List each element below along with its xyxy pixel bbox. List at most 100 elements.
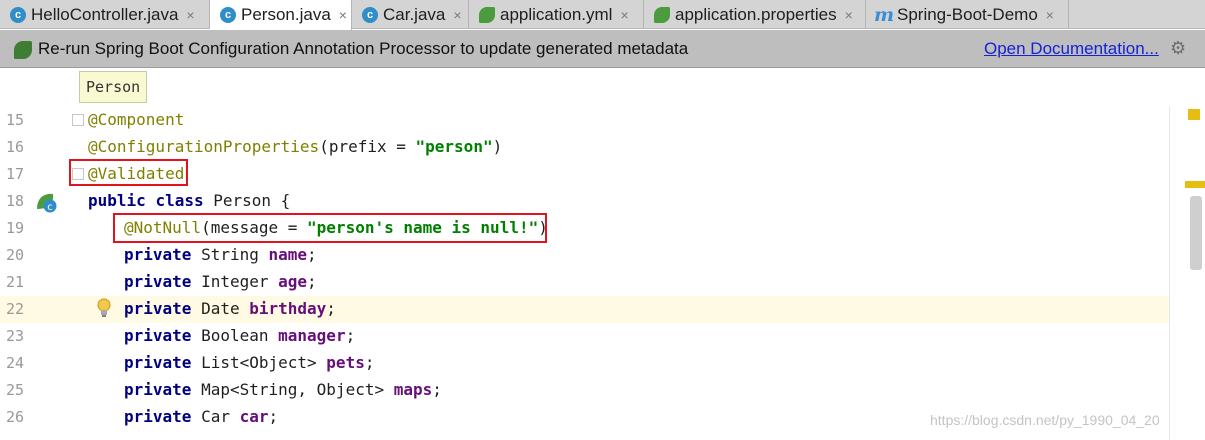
code-line-16[interactable]: 16 @ConfigurationProperties(prefix = "pe… [0, 134, 1170, 161]
code-line-21[interactable]: 21 private Integer age; [0, 269, 1170, 296]
code-line-18[interactable]: 18 c public class Person { [0, 188, 1170, 215]
tab-application-properties[interactable]: application.properties × [644, 0, 866, 29]
line-number: 16 [6, 138, 25, 156]
settings-icon[interactable]: ⚙ [1170, 38, 1186, 59]
class-letter: c [47, 202, 53, 213]
tab-spring-boot-demo[interactable]: m Spring-Boot-Demo × [866, 0, 1069, 29]
line-number: 22 [6, 300, 25, 318]
tab-label: HelloController.java [31, 4, 179, 24]
type-name: Map<String, Object> [191, 380, 394, 399]
close-icon[interactable]: × [186, 7, 194, 23]
warning-marker[interactable] [1188, 109, 1200, 120]
validated-highlight-box [69, 159, 188, 186]
notification-banner: Re-run Spring Boot Configuration Annotat… [0, 30, 1205, 68]
annotation: @Component [88, 110, 185, 129]
annotation: @ConfigurationProperties [88, 137, 320, 156]
line-number: 19 [6, 219, 25, 237]
string-literal: "person" [415, 137, 493, 156]
class-icon: c [10, 6, 26, 23]
type-name: Integer [191, 272, 279, 291]
spring-leaf-icon [14, 41, 32, 59]
editor-tab-bar: c HelloController.java × c Person.java ×… [0, 0, 1205, 30]
code-token: ; [268, 407, 279, 426]
field-name: pets [326, 353, 365, 372]
line-number: 17 [6, 165, 25, 183]
type-name: Boolean [191, 326, 279, 345]
code-line-24[interactable]: 24 private List<Object> pets; [0, 350, 1170, 377]
field-name: maps [393, 380, 433, 399]
right-margin-line [1169, 106, 1170, 440]
code-line-22-current[interactable]: 22 private Date birthday; [0, 296, 1170, 323]
field-name: car [239, 407, 269, 426]
code-token: ; [345, 326, 356, 345]
code-text: private Date birthday; [124, 299, 336, 318]
spring-config-icon [654, 6, 670, 23]
line-number: 25 [6, 381, 25, 399]
close-icon[interactable]: × [339, 7, 347, 23]
field-name: manager [278, 326, 346, 345]
line-number: 21 [6, 273, 25, 291]
keyword: private [124, 245, 192, 264]
tab-label: application.properties [675, 4, 837, 24]
code-text: private Car car; [124, 407, 278, 426]
scrollbar-thumb[interactable] [1190, 196, 1202, 270]
code-token: ; [307, 272, 317, 291]
warning-stripe[interactable] [1185, 181, 1205, 188]
line-number: 18 [6, 192, 25, 210]
breadcrumb[interactable]: Person [79, 71, 148, 103]
code-line-23[interactable]: 23 private Boolean manager; [0, 323, 1170, 350]
code-line-15[interactable]: 15 @Component [0, 107, 1170, 134]
code-editor[interactable]: 15 @Component 16 @ConfigurationPropertie… [0, 106, 1205, 440]
code-text: @Component [88, 110, 184, 129]
banner-message: Re-run Spring Boot Configuration Annotat… [38, 39, 689, 58]
tab-person[interactable]: c Person.java × [210, 0, 352, 30]
line-number: 20 [6, 246, 25, 264]
field-name: age [278, 272, 308, 291]
close-icon[interactable]: × [845, 7, 853, 23]
tab-label: Person.java [241, 5, 331, 24]
notnull-highlight-box [113, 213, 547, 243]
keyword: private [124, 353, 192, 372]
close-icon[interactable]: × [1046, 7, 1054, 23]
keyword: private [124, 380, 192, 399]
keyword: private [124, 407, 192, 426]
tab-label: Car.java [383, 4, 446, 24]
lightbulb-icon[interactable] [97, 298, 111, 318]
type-name: Car [191, 407, 240, 426]
code-token: ; [432, 380, 442, 399]
line-number: 26 [6, 408, 25, 426]
fold-icon[interactable] [72, 114, 84, 126]
class-icon: c [362, 6, 378, 23]
tab-car[interactable]: c Car.java × [352, 0, 469, 29]
field-name: birthday [249, 299, 327, 318]
code-token: ; [307, 245, 317, 264]
keyword: private [124, 326, 192, 345]
field-name: name [268, 245, 308, 264]
code-token: Person { [203, 191, 291, 210]
code-text: private List<Object> pets; [124, 353, 374, 372]
code-line-25[interactable]: 25 private Map<String, Object> maps; [0, 377, 1170, 404]
keyword: class [155, 191, 204, 210]
breadcrumb-class[interactable]: Person [86, 78, 140, 96]
code-line-20[interactable]: 20 private String name; [0, 242, 1170, 269]
keyword: private [124, 299, 192, 318]
tab-application-yml[interactable]: application.yml × [469, 0, 644, 29]
close-icon[interactable]: × [620, 7, 628, 23]
line-number: 15 [6, 111, 25, 129]
code-text: public class Person { [88, 191, 290, 210]
code-text: private Integer age; [124, 272, 317, 291]
spring-bean-gutter-icon[interactable]: c [35, 191, 57, 213]
module-icon: m [873, 3, 895, 26]
code-text: private Boolean manager; [124, 326, 355, 345]
line-number: 23 [6, 327, 25, 345]
open-documentation-link[interactable]: Open Documentation... [984, 39, 1159, 59]
spring-config-icon [479, 6, 495, 23]
code-token: ; [364, 353, 375, 372]
tab-hellocontroller[interactable]: c HelloController.java × [0, 0, 210, 29]
keyword: public [88, 191, 146, 210]
tab-label: Spring-Boot-Demo [897, 4, 1038, 24]
line-number: 24 [6, 354, 25, 372]
close-icon[interactable]: × [453, 7, 461, 23]
code-text: private String name; [124, 245, 317, 264]
